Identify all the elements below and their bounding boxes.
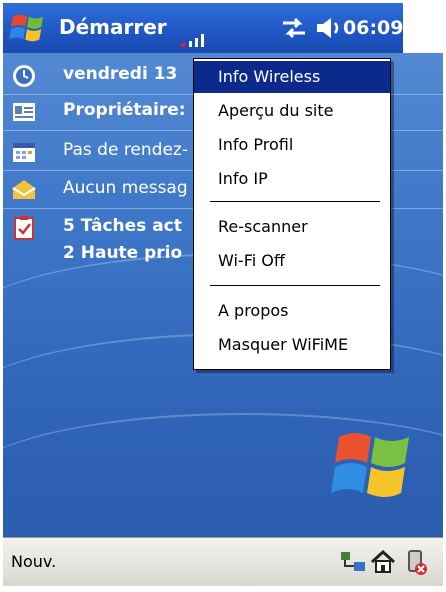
menu-item-site-preview[interactable]: Aperçu du site	[194, 95, 390, 127]
menu-item-wifi-off[interactable]: Wi-Fi Off	[194, 245, 390, 277]
contact-card-icon	[13, 103, 35, 121]
menu-item-ip-info[interactable]: Info IP	[194, 163, 390, 195]
menu-item-profile-info[interactable]: Info Profil	[194, 129, 390, 161]
pocketpc-screen: Démarrer 06:09 vendredi 13 Propriétaire:…	[3, 3, 443, 586]
title-bar: Démarrer 06:09	[3, 3, 443, 53]
envelope-icon	[12, 180, 36, 199]
speaker-icon[interactable]	[315, 15, 345, 41]
windows-logo	[331, 433, 409, 497]
signal-strength-icon	[181, 34, 204, 47]
clock-icon	[13, 65, 35, 87]
command-bar: Nouv.	[3, 537, 443, 586]
menu-item-hide-wifime[interactable]: Masquer WiFiME	[194, 329, 390, 361]
date-label: vendredi 13	[63, 64, 178, 84]
home-icon[interactable]	[369, 548, 397, 576]
wifime-context-menu: Info Wireless Aperçu du site Info Profil…	[193, 58, 391, 370]
messages-label: Aucun messag	[63, 178, 188, 198]
menu-separator	[210, 201, 380, 202]
start-menu-label[interactable]: Démarrer	[59, 15, 167, 39]
menu-item-about[interactable]: A propos	[194, 295, 390, 327]
appointments-label: Pas de rendez-	[63, 140, 188, 160]
menu-item-rescan[interactable]: Re-scanner	[194, 211, 390, 243]
new-button[interactable]: Nouv.	[11, 552, 56, 571]
menu-item-info-wireless[interactable]: Info Wireless	[194, 61, 390, 93]
close-button[interactable]	[403, 3, 443, 53]
clock[interactable]: 06:09	[343, 17, 403, 39]
calendar-icon	[13, 143, 35, 162]
tasks-clipboard-icon	[14, 216, 34, 240]
owner-label: Propriétaire:	[63, 100, 186, 120]
tasks-active-label: 5 Tâches act	[63, 216, 182, 236]
tasks-priority-label: 2 Haute prio	[63, 243, 183, 263]
menu-separator	[210, 285, 380, 286]
battery-warning-icon[interactable]	[401, 548, 429, 576]
network-icon[interactable]	[339, 548, 367, 576]
connectivity-icon[interactable]	[279, 17, 309, 39]
windows-flag-icon[interactable]	[9, 11, 47, 45]
